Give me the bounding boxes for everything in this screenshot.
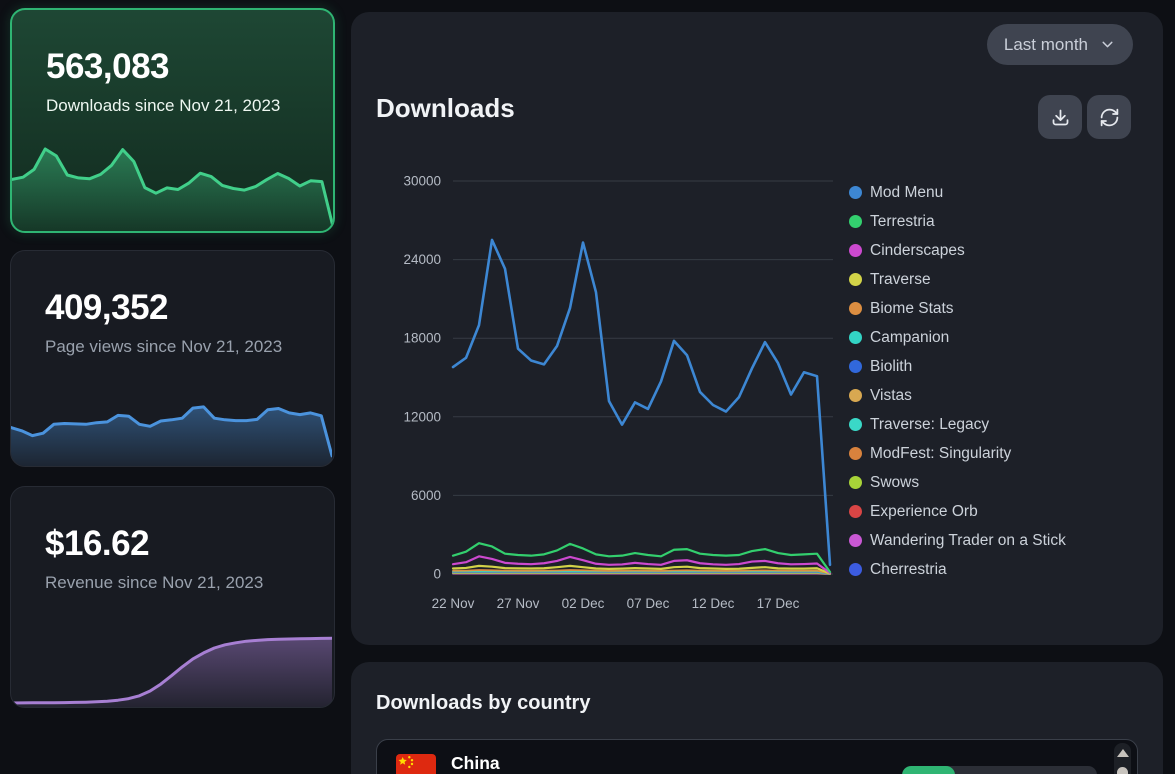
panel-title: Downloads — [376, 93, 515, 124]
legend-item: Traverse — [849, 265, 1066, 294]
country-download-bar — [902, 766, 1097, 774]
analytics-dashboard: { "stat_cards": [ { "value": "563,083", … — [0, 0, 1175, 774]
country-bar-fill — [902, 766, 955, 774]
legend-label: Mod Menu — [870, 184, 943, 202]
legend-label: Swows — [870, 474, 919, 492]
svg-text:07 Dec: 07 Dec — [627, 596, 670, 611]
legend-item: Traverse: Legacy — [849, 410, 1066, 439]
legend-label: Traverse: Legacy — [870, 416, 989, 434]
legend-dot — [849, 505, 862, 518]
stat-card-revenue[interactable]: $16.62 Revenue since Nov 21, 2023 — [10, 486, 335, 708]
scrollbar[interactable] — [1114, 743, 1131, 774]
svg-text:27 Nov: 27 Nov — [497, 596, 540, 611]
svg-text:12000: 12000 — [403, 409, 441, 424]
legend-dot — [849, 534, 862, 547]
svg-text:30000: 30000 — [403, 174, 441, 189]
revenue-total-label: Revenue since Nov 21, 2023 — [45, 572, 306, 594]
legend-item: Experience Orb — [849, 497, 1066, 526]
stat-card-downloads[interactable]: 563,083 Downloads since Nov 21, 2023 — [10, 8, 335, 233]
downloads-total-label: Downloads since Nov 21, 2023 — [46, 95, 305, 117]
downloads-sparkline — [12, 141, 333, 231]
legend-dot — [849, 360, 862, 373]
legend-item: Swows — [849, 468, 1066, 497]
export-button[interactable] — [1038, 95, 1082, 139]
downloads-by-country-panel: Downloads by country China — [351, 662, 1163, 774]
date-range-label: Last month — [1004, 35, 1088, 55]
svg-text:6000: 6000 — [411, 488, 441, 503]
legend-label: Experience Orb — [870, 503, 978, 521]
refresh-icon — [1099, 107, 1120, 128]
legend-label: Vistas — [870, 387, 912, 405]
legend-label: Wandering Trader on a Stick — [870, 532, 1066, 550]
downloads-total: 563,083 — [46, 48, 305, 87]
svg-text:02 Dec: 02 Dec — [562, 596, 605, 611]
legend-dot — [849, 273, 862, 286]
legend-dot — [849, 418, 862, 431]
revenue-total: $16.62 — [45, 525, 306, 564]
legend-dot — [849, 331, 862, 344]
legend-label: Biolith — [870, 358, 912, 376]
legend-dot — [849, 302, 862, 315]
legend-item: ModFest: Singularity — [849, 439, 1066, 468]
page-views-total-label: Page views since Nov 21, 2023 — [45, 336, 306, 358]
legend-label: Campanion — [870, 329, 949, 347]
date-range-selector[interactable]: Last month — [987, 24, 1133, 65]
legend-item: Biolith — [849, 352, 1066, 381]
page-views-total: 409,352 — [45, 289, 306, 328]
legend-dot — [849, 244, 862, 257]
revenue-sparkline — [11, 631, 332, 707]
legend-label: ModFest: Singularity — [870, 445, 1011, 463]
svg-text:12 Dec: 12 Dec — [692, 596, 735, 611]
svg-text:17 Dec: 17 Dec — [757, 596, 800, 611]
china-flag-icon — [396, 754, 436, 774]
scrollbar-thumb[interactable] — [1117, 767, 1128, 774]
svg-text:24000: 24000 — [403, 252, 441, 267]
legend-dot — [849, 476, 862, 489]
legend-dot — [849, 447, 862, 460]
legend-label: Cherrestria — [870, 561, 947, 579]
legend-item: Wandering Trader on a Stick — [849, 526, 1066, 555]
legend-item: Cherrestria — [849, 555, 1066, 584]
country-list: China — [376, 739, 1138, 774]
legend-item: Biome Stats — [849, 294, 1066, 323]
legend-item: Mod Menu — [849, 178, 1066, 207]
legend-item: Cinderscapes — [849, 236, 1066, 265]
country-name: China — [451, 753, 500, 774]
legend-label: Biome Stats — [870, 300, 954, 318]
legend-item: Vistas — [849, 381, 1066, 410]
legend-dot — [849, 215, 862, 228]
downloads-panel: Last month Downloads 0 6000 12000 18000 2400… — [351, 12, 1163, 645]
country-panel-title: Downloads by country — [376, 692, 590, 715]
chart-legend: Mod Menu Terrestria Cinderscapes Traverse Bi… — [849, 178, 1066, 584]
legend-label: Cinderscapes — [870, 242, 965, 260]
legend-label: Traverse — [870, 271, 931, 289]
country-row: China — [377, 740, 1137, 774]
legend-label: Terrestria — [870, 213, 935, 231]
scroll-up-button[interactable] — [1114, 749, 1131, 767]
chevron-down-icon — [1099, 36, 1116, 53]
svg-text:22 Nov: 22 Nov — [432, 596, 475, 611]
stat-card-page-views[interactable]: 409,352 Page views since Nov 21, 2023 — [10, 250, 335, 467]
legend-dot — [849, 389, 862, 402]
legend-dot — [849, 186, 862, 199]
legend-dot — [849, 563, 862, 576]
refresh-button[interactable] — [1087, 95, 1131, 139]
svg-text:0: 0 — [433, 567, 441, 582]
download-icon — [1050, 107, 1071, 128]
legend-item: Campanion — [849, 323, 1066, 352]
legend-item: Terrestria — [849, 207, 1066, 236]
svg-text:18000: 18000 — [403, 331, 441, 346]
page-views-sparkline — [11, 400, 332, 466]
